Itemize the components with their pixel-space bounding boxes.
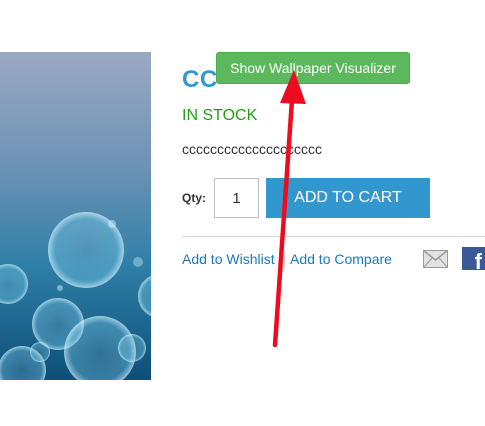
qty-label: Qty: bbox=[182, 191, 206, 205]
facebook-icon[interactable]: f bbox=[462, 247, 485, 270]
divider bbox=[182, 236, 485, 237]
bokeh-wallpaper-image bbox=[0, 52, 151, 380]
product-image[interactable] bbox=[0, 52, 151, 380]
add-to-cart-button[interactable]: ADD TO CART bbox=[266, 178, 430, 218]
product-title: CC bbox=[182, 66, 218, 93]
product-page: CC Show Wallpaper Visualizer IN STOCK cc… bbox=[0, 0, 485, 426]
stock-status: IN STOCK bbox=[182, 107, 258, 124]
add-to-compare-link[interactable]: Add to Compare bbox=[290, 252, 392, 266]
product-short-description: cccccccccccccccccccc bbox=[182, 141, 322, 157]
show-wallpaper-visualizer-button[interactable]: Show Wallpaper Visualizer bbox=[216, 52, 410, 84]
facebook-letter: f bbox=[474, 249, 482, 271]
qty-input[interactable] bbox=[214, 178, 259, 218]
email-icon[interactable] bbox=[423, 249, 448, 268]
link-separator bbox=[284, 250, 285, 268]
add-to-wishlist-link[interactable]: Add to Wishlist bbox=[182, 252, 275, 266]
